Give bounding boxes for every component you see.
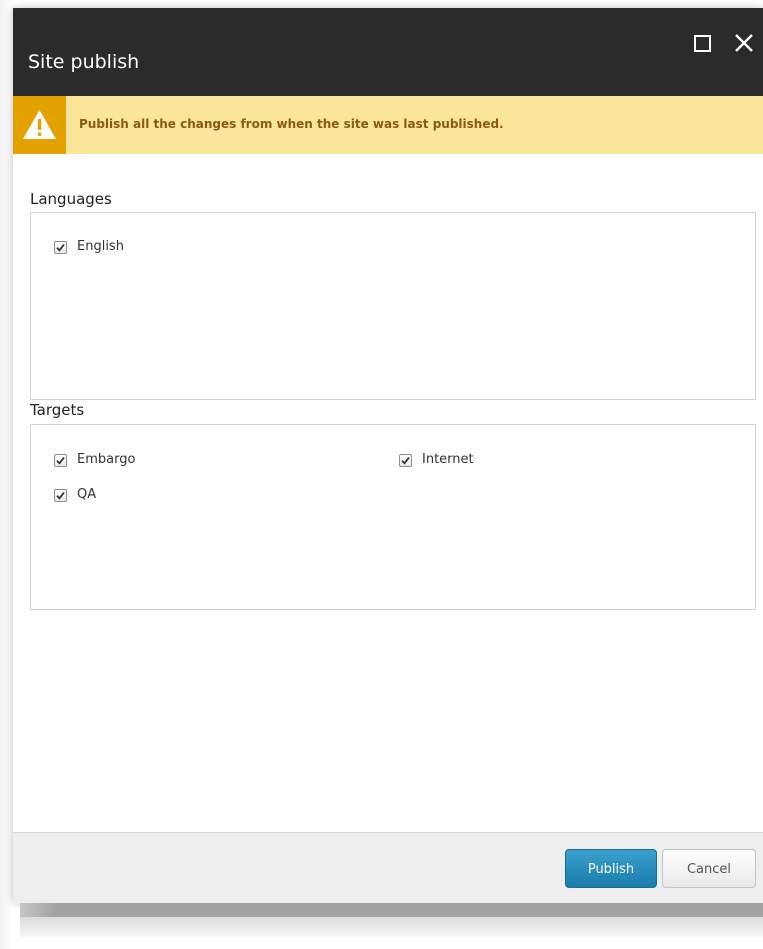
target-option-internet[interactable]: Internet <box>399 451 474 469</box>
window-bottom-edge <box>20 903 763 917</box>
site-publish-dialog: Site publish Publish all the changes fro… <box>13 8 763 904</box>
checkmark-icon <box>56 456 65 465</box>
language-option-english[interactable]: English <box>54 238 124 256</box>
dialog-titlebar: Site publish <box>13 8 763 96</box>
qa-checkbox[interactable] <box>54 488 67 502</box>
checkmark-icon <box>56 243 65 252</box>
internet-checkbox[interactable] <box>399 453 412 467</box>
internet-label: Internet <box>422 452 474 467</box>
languages-panel: English <box>30 212 756 400</box>
page: Site publish Publish all the changes fro… <box>0 0 763 949</box>
publish-button[interactable]: Publish <box>565 849 657 888</box>
cancel-button[interactable]: Cancel <box>662 849 756 888</box>
checkmark-icon <box>401 456 410 465</box>
warning-icon <box>23 110 56 139</box>
target-option-qa[interactable]: QA <box>54 486 96 504</box>
warning-banner: Publish all the changes from when the si… <box>13 96 763 154</box>
warning-message: Publish all the changes from when the si… <box>79 117 504 131</box>
embargo-checkbox[interactable] <box>54 453 67 467</box>
dialog-footer: Publish Cancel <box>13 832 763 904</box>
languages-label: Languages <box>30 190 112 208</box>
maximize-icon <box>694 35 711 52</box>
close-icon <box>735 34 753 52</box>
embargo-label: Embargo <box>77 452 136 467</box>
warning-icon-container <box>13 96 66 154</box>
close-button[interactable] <box>733 32 755 54</box>
qa-label: QA <box>77 487 97 502</box>
english-label: English <box>77 239 124 254</box>
window-bottom-fade <box>20 917 763 937</box>
target-option-embargo[interactable]: Embargo <box>54 451 135 469</box>
checkmark-icon <box>56 491 65 500</box>
english-checkbox[interactable] <box>54 240 67 254</box>
targets-panel: Embargo Internet QA <box>30 424 756 610</box>
maximize-button[interactable] <box>692 32 714 54</box>
targets-label: Targets <box>30 401 85 419</box>
dialog-title: Site publish <box>28 51 140 73</box>
